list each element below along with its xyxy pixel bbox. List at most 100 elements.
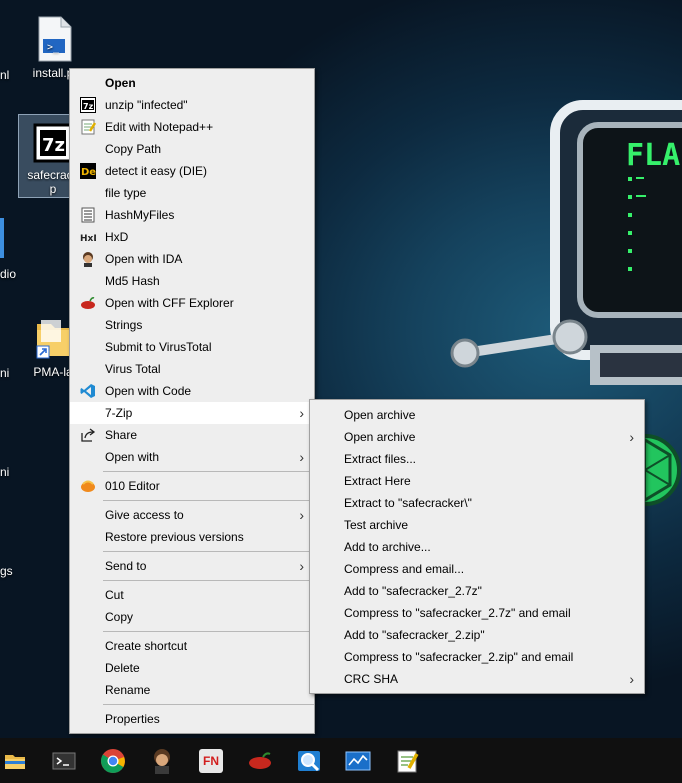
menu-separator — [103, 580, 314, 581]
menu-item-label: Rename — [105, 683, 151, 697]
notepad-plus-plus-icon — [397, 750, 419, 773]
submenu-item-compress-zip-email[interactable]: Compress to "safecracker_2.zip" and emai… — [310, 646, 644, 668]
submenu-item-extract-here[interactable]: Extract Here — [310, 470, 644, 492]
menu-item-restore-versions[interactable]: Restore previous versions — [70, 526, 314, 548]
menu-item-010-editor[interactable]: 010 Editor — [70, 475, 314, 497]
share-icon — [80, 427, 96, 443]
submenu-item-extract-files[interactable]: Extract files... — [310, 448, 644, 470]
taskbar-search-tool[interactable] — [291, 743, 327, 779]
submenu-item-label: Compress to "safecracker_2.zip" and emai… — [344, 650, 574, 664]
wallpaper-text: FLA — [626, 138, 680, 173]
cff-explorer-icon — [80, 295, 96, 311]
menu-item-delete[interactable]: Delete — [70, 657, 314, 679]
taskbar-terminal[interactable] — [46, 743, 82, 779]
submenu-item-label: Extract to "safecracker\" — [344, 496, 472, 510]
menu-item-label: detect it easy (DIE) — [105, 164, 208, 178]
submenu-item-label: Add to "safecracker_2.zip" — [344, 628, 485, 642]
7zip-submenu: Open archive Open archive › Extract file… — [309, 399, 645, 694]
menu-item-strings[interactable]: Strings — [70, 314, 314, 336]
menu-separator — [103, 631, 314, 632]
ida-icon — [154, 749, 170, 774]
svg-text:7z: 7z — [83, 102, 94, 111]
menu-item-file-type[interactable]: file type — [70, 182, 314, 204]
menu-item-cff-explorer[interactable]: Open with CFF Explorer — [70, 292, 314, 314]
menu-item-label: Properties — [105, 712, 160, 726]
menu-item-unzip-infected[interactable]: 7z unzip "infected" — [70, 94, 314, 116]
submenu-item-add-to-zip[interactable]: Add to "safecracker_2.zip" — [310, 624, 644, 646]
svg-text:De: De — [81, 167, 96, 178]
menu-item-label: Create shortcut — [105, 639, 188, 653]
ida-icon — [80, 251, 96, 267]
menu-item-label: 7-Zip — [105, 406, 133, 420]
submenu-item-label: Test archive — [344, 518, 409, 532]
menu-item-label: Open with — [105, 450, 160, 464]
submenu-item-open-archive-as[interactable]: Open archive › — [310, 426, 644, 448]
submenu-item-compress-7z-email[interactable]: Compress to "safecracker_2.7z" and email — [310, 602, 644, 624]
menu-item-properties[interactable]: Properties — [70, 708, 314, 730]
taskbar-file-explorer[interactable] — [0, 743, 33, 779]
menu-item-label: Open — [105, 76, 136, 90]
menu-item-label: Delete — [105, 661, 140, 675]
die-icon: De — [80, 163, 96, 179]
desktop-edge-icon — [0, 218, 4, 258]
fakenet-icon: FN — [199, 749, 223, 773]
menu-item-label: Restore previous versions — [105, 530, 244, 544]
taskbar-ida[interactable] — [144, 743, 180, 779]
menu-item-send-to[interactable]: Send to › — [70, 555, 314, 577]
menu-item-cut[interactable]: Cut — [70, 584, 314, 606]
submenu-item-add-to-archive[interactable]: Add to archive... — [310, 536, 644, 558]
menu-item-7zip[interactable]: 7-Zip › — [70, 402, 314, 424]
svg-text:7z: 7z — [42, 135, 65, 156]
taskbar-cff-explorer[interactable] — [242, 743, 278, 779]
submenu-item-label: Open archive — [344, 430, 416, 444]
submenu-item-add-to-7z[interactable]: Add to "safecracker_2.7z" — [310, 580, 644, 602]
desktop-edge-label: gs — [0, 564, 13, 578]
chevron-right-icon: › — [629, 429, 634, 445]
menu-item-create-shortcut[interactable]: Create shortcut — [70, 635, 314, 657]
menu-item-give-access[interactable]: Give access to › — [70, 504, 314, 526]
menu-item-copy[interactable]: Copy — [70, 606, 314, 628]
menu-item-label: Open with IDA — [105, 252, 183, 266]
menu-item-submit-virustotal[interactable]: Submit to VirusTotal — [70, 336, 314, 358]
menu-item-hashmyfiles[interactable]: HashMyFiles — [70, 204, 314, 226]
chevron-right-icon: › — [299, 507, 304, 523]
menu-item-open-with-code[interactable]: Open with Code — [70, 380, 314, 402]
submenu-item-label: Add to archive... — [344, 540, 431, 554]
menu-separator — [103, 704, 314, 705]
menu-item-label: HashMyFiles — [105, 208, 175, 222]
menu-item-detect-it-easy[interactable]: De detect it easy (DIE) — [70, 160, 314, 182]
menu-item-open[interactable]: Open — [70, 72, 314, 94]
menu-item-virus-total[interactable]: Virus Total — [70, 358, 314, 380]
taskbar-fakenet[interactable]: FN — [193, 743, 229, 779]
submenu-item-crc-sha[interactable]: CRC SHA › — [310, 668, 644, 690]
hxd-icon: HxD — [80, 229, 96, 245]
menu-item-label: unzip "infected" — [105, 98, 188, 112]
submenu-item-compress-email[interactable]: Compress and email... — [310, 558, 644, 580]
svg-text:HxD: HxD — [80, 234, 96, 244]
menu-item-label: 010 Editor — [105, 479, 160, 493]
submenu-item-label: Compress and email... — [344, 562, 465, 576]
menu-item-open-ida[interactable]: Open with IDA — [70, 248, 314, 270]
submenu-item-label: CRC SHA — [344, 672, 399, 686]
submenu-item-test-archive[interactable]: Test archive — [310, 514, 644, 536]
menu-item-label: Give access to — [105, 508, 184, 522]
menu-item-hxd[interactable]: HxD HxD — [70, 226, 314, 248]
menu-item-share[interactable]: Share — [70, 424, 314, 446]
taskbar-performance-monitor[interactable] — [340, 743, 376, 779]
submenu-item-open-archive[interactable]: Open archive — [310, 404, 644, 426]
menu-item-open-with[interactable]: Open with › — [70, 446, 314, 468]
menu-separator — [103, 551, 314, 552]
menu-item-md5-hash[interactable]: Md5 Hash — [70, 270, 314, 292]
taskbar-notepad-plus-plus[interactable] — [389, 743, 425, 779]
submenu-item-label: Extract Here — [344, 474, 411, 488]
taskbar-chrome[interactable] — [95, 743, 131, 779]
menu-item-copy-path[interactable]: Copy Path — [70, 138, 314, 160]
terminal-icon — [52, 752, 76, 770]
menu-item-label: Copy — [105, 610, 134, 624]
menu-item-edit-notepad[interactable]: Edit with Notepad++ — [70, 116, 314, 138]
menu-item-rename[interactable]: Rename — [70, 679, 314, 701]
chevron-right-icon: › — [299, 449, 304, 465]
menu-item-label: Share — [105, 428, 138, 442]
submenu-item-extract-to[interactable]: Extract to "safecracker\" — [310, 492, 644, 514]
menu-item-label: Copy Path — [105, 142, 162, 156]
